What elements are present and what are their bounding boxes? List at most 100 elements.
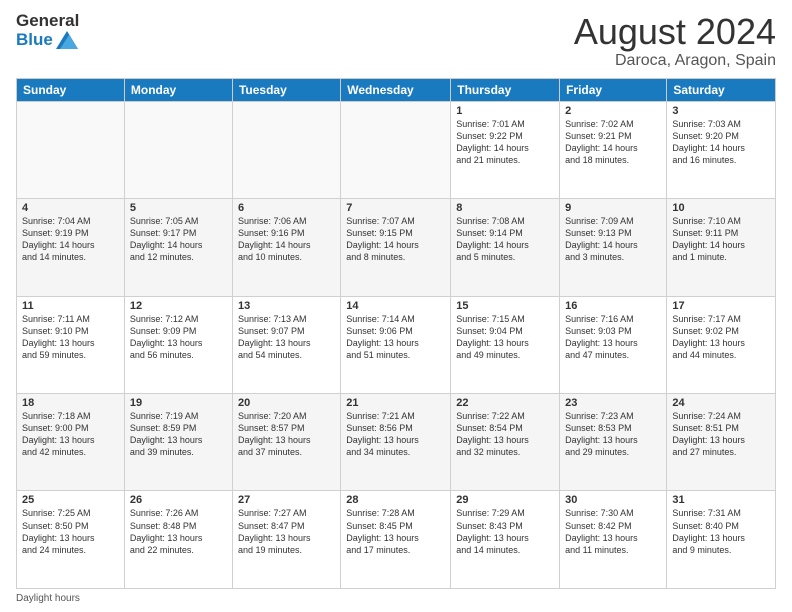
header: General Blue August 2024 Daroca, Aragon,… (16, 12, 776, 70)
location-title: Daroca, Aragon, Spain (574, 52, 776, 70)
calendar-cell: 20Sunrise: 7:20 AM Sunset: 8:57 PM Dayli… (232, 394, 340, 491)
day-number: 26 (130, 494, 227, 506)
day-info: Sunrise: 7:17 AM Sunset: 9:02 PM Dayligh… (672, 313, 770, 362)
calendar-cell: 4Sunrise: 7:04 AM Sunset: 9:19 PM Daylig… (17, 199, 125, 296)
day-info: Sunrise: 7:18 AM Sunset: 9:00 PM Dayligh… (22, 410, 119, 459)
weekday-thursday: Thursday (451, 78, 560, 101)
day-number: 30 (565, 494, 661, 506)
week-row-5: 25Sunrise: 7:25 AM Sunset: 8:50 PM Dayli… (17, 491, 776, 589)
day-info: Sunrise: 7:02 AM Sunset: 9:21 PM Dayligh… (565, 118, 661, 167)
footer-note: Daylight hours (16, 593, 776, 604)
calendar-cell: 25Sunrise: 7:25 AM Sunset: 8:50 PM Dayli… (17, 491, 125, 589)
weekday-tuesday: Tuesday (232, 78, 340, 101)
day-info: Sunrise: 7:27 AM Sunset: 8:47 PM Dayligh… (238, 507, 335, 556)
day-info: Sunrise: 7:16 AM Sunset: 9:03 PM Dayligh… (565, 313, 661, 362)
day-number: 5 (130, 202, 227, 214)
day-info: Sunrise: 7:04 AM Sunset: 9:19 PM Dayligh… (22, 215, 119, 264)
day-number: 19 (130, 397, 227, 409)
day-info: Sunrise: 7:14 AM Sunset: 9:06 PM Dayligh… (346, 313, 445, 362)
calendar-cell: 15Sunrise: 7:15 AM Sunset: 9:04 PM Dayli… (451, 296, 560, 393)
day-info: Sunrise: 7:10 AM Sunset: 9:11 PM Dayligh… (672, 215, 770, 264)
day-number: 3 (672, 105, 770, 117)
calendar-cell (124, 101, 232, 198)
week-row-4: 18Sunrise: 7:18 AM Sunset: 9:00 PM Dayli… (17, 394, 776, 491)
calendar-cell: 26Sunrise: 7:26 AM Sunset: 8:48 PM Dayli… (124, 491, 232, 589)
day-number: 13 (238, 300, 335, 312)
day-info: Sunrise: 7:12 AM Sunset: 9:09 PM Dayligh… (130, 313, 227, 362)
calendar-cell: 2Sunrise: 7:02 AM Sunset: 9:21 PM Daylig… (560, 101, 667, 198)
day-info: Sunrise: 7:23 AM Sunset: 8:53 PM Dayligh… (565, 410, 661, 459)
day-number: 27 (238, 494, 335, 506)
calendar-cell: 23Sunrise: 7:23 AM Sunset: 8:53 PM Dayli… (560, 394, 667, 491)
day-number: 4 (22, 202, 119, 214)
calendar-cell: 16Sunrise: 7:16 AM Sunset: 9:03 PM Dayli… (560, 296, 667, 393)
weekday-header-row: SundayMondayTuesdayWednesdayThursdayFrid… (17, 78, 776, 101)
calendar-cell: 27Sunrise: 7:27 AM Sunset: 8:47 PM Dayli… (232, 491, 340, 589)
day-info: Sunrise: 7:11 AM Sunset: 9:10 PM Dayligh… (22, 313, 119, 362)
day-number: 10 (672, 202, 770, 214)
day-number: 8 (456, 202, 554, 214)
day-info: Sunrise: 7:28 AM Sunset: 8:45 PM Dayligh… (346, 507, 445, 556)
day-number: 16 (565, 300, 661, 312)
day-info: Sunrise: 7:22 AM Sunset: 8:54 PM Dayligh… (456, 410, 554, 459)
day-info: Sunrise: 7:19 AM Sunset: 8:59 PM Dayligh… (130, 410, 227, 459)
footer-text: Daylight hours (16, 593, 80, 604)
day-info: Sunrise: 7:26 AM Sunset: 8:48 PM Dayligh… (130, 507, 227, 556)
calendar-cell (17, 101, 125, 198)
calendar-cell: 19Sunrise: 7:19 AM Sunset: 8:59 PM Dayli… (124, 394, 232, 491)
calendar-cell: 7Sunrise: 7:07 AM Sunset: 9:15 PM Daylig… (341, 199, 451, 296)
logo-icon (56, 31, 78, 49)
calendar-cell: 12Sunrise: 7:12 AM Sunset: 9:09 PM Dayli… (124, 296, 232, 393)
day-info: Sunrise: 7:07 AM Sunset: 9:15 PM Dayligh… (346, 215, 445, 264)
calendar-cell: 30Sunrise: 7:30 AM Sunset: 8:42 PM Dayli… (560, 491, 667, 589)
day-number: 17 (672, 300, 770, 312)
day-info: Sunrise: 7:31 AM Sunset: 8:40 PM Dayligh… (672, 507, 770, 556)
day-number: 21 (346, 397, 445, 409)
day-number: 22 (456, 397, 554, 409)
day-number: 20 (238, 397, 335, 409)
calendar-cell: 5Sunrise: 7:05 AM Sunset: 9:17 PM Daylig… (124, 199, 232, 296)
day-number: 25 (22, 494, 119, 506)
weekday-monday: Monday (124, 78, 232, 101)
day-info: Sunrise: 7:09 AM Sunset: 9:13 PM Dayligh… (565, 215, 661, 264)
day-info: Sunrise: 7:29 AM Sunset: 8:43 PM Dayligh… (456, 507, 554, 556)
day-info: Sunrise: 7:30 AM Sunset: 8:42 PM Dayligh… (565, 507, 661, 556)
day-number: 14 (346, 300, 445, 312)
logo-blue: Blue (16, 31, 53, 50)
page: General Blue August 2024 Daroca, Aragon,… (0, 0, 792, 612)
day-number: 12 (130, 300, 227, 312)
weekday-wednesday: Wednesday (341, 78, 451, 101)
calendar-cell: 9Sunrise: 7:09 AM Sunset: 9:13 PM Daylig… (560, 199, 667, 296)
calendar-cell: 31Sunrise: 7:31 AM Sunset: 8:40 PM Dayli… (667, 491, 776, 589)
calendar-cell: 10Sunrise: 7:10 AM Sunset: 9:11 PM Dayli… (667, 199, 776, 296)
calendar-cell: 28Sunrise: 7:28 AM Sunset: 8:45 PM Dayli… (341, 491, 451, 589)
calendar-cell: 11Sunrise: 7:11 AM Sunset: 9:10 PM Dayli… (17, 296, 125, 393)
day-number: 2 (565, 105, 661, 117)
day-info: Sunrise: 7:20 AM Sunset: 8:57 PM Dayligh… (238, 410, 335, 459)
day-number: 15 (456, 300, 554, 312)
calendar: SundayMondayTuesdayWednesdayThursdayFrid… (16, 78, 776, 589)
day-number: 9 (565, 202, 661, 214)
day-info: Sunrise: 7:06 AM Sunset: 9:16 PM Dayligh… (238, 215, 335, 264)
weekday-friday: Friday (560, 78, 667, 101)
weekday-saturday: Saturday (667, 78, 776, 101)
calendar-cell: 24Sunrise: 7:24 AM Sunset: 8:51 PM Dayli… (667, 394, 776, 491)
calendar-cell: 21Sunrise: 7:21 AM Sunset: 8:56 PM Dayli… (341, 394, 451, 491)
day-number: 6 (238, 202, 335, 214)
day-info: Sunrise: 7:21 AM Sunset: 8:56 PM Dayligh… (346, 410, 445, 459)
calendar-cell: 29Sunrise: 7:29 AM Sunset: 8:43 PM Dayli… (451, 491, 560, 589)
day-number: 24 (672, 397, 770, 409)
week-row-1: 1Sunrise: 7:01 AM Sunset: 9:22 PM Daylig… (17, 101, 776, 198)
day-info: Sunrise: 7:05 AM Sunset: 9:17 PM Dayligh… (130, 215, 227, 264)
logo-general: General (16, 12, 79, 31)
day-number: 7 (346, 202, 445, 214)
day-number: 31 (672, 494, 770, 506)
day-number: 1 (456, 105, 554, 117)
day-info: Sunrise: 7:13 AM Sunset: 9:07 PM Dayligh… (238, 313, 335, 362)
day-number: 23 (565, 397, 661, 409)
week-row-2: 4Sunrise: 7:04 AM Sunset: 9:19 PM Daylig… (17, 199, 776, 296)
calendar-cell: 17Sunrise: 7:17 AM Sunset: 9:02 PM Dayli… (667, 296, 776, 393)
month-title: August 2024 (574, 12, 776, 52)
weekday-sunday: Sunday (17, 78, 125, 101)
logo: General Blue (16, 12, 79, 49)
